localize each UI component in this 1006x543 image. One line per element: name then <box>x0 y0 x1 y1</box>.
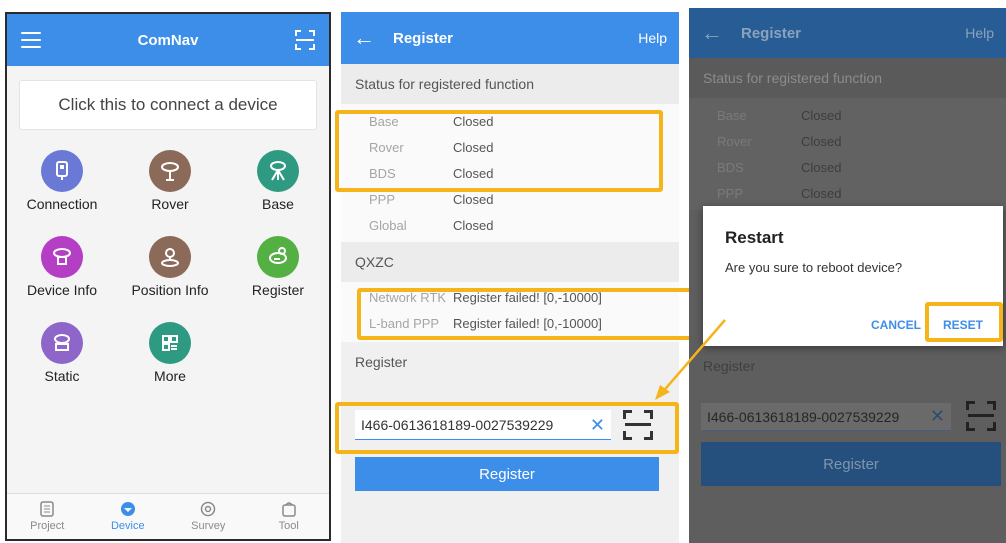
tab-label: Survey <box>191 520 226 532</box>
tile-connection[interactable]: Connection <box>7 150 117 212</box>
dialog-message: Are you sure to reboot device? <box>725 260 903 275</box>
device-icon <box>120 502 135 516</box>
tile-position-info[interactable]: Position Info <box>115 236 225 298</box>
tab-label: Tool <box>278 520 299 532</box>
tab-tool[interactable]: Tool <box>249 494 330 539</box>
screen-title: Register <box>741 24 802 42</box>
tile-static[interactable]: Static <box>7 322 117 384</box>
screenshot-root: ComNav Click this to connect a device Co… <box>0 0 1006 543</box>
tile-label: Position Info <box>131 282 209 298</box>
app-title: ComNav <box>137 31 199 49</box>
list-item: BDS Closed <box>717 159 842 175</box>
screen-title: Register <box>393 29 454 47</box>
tile-label: More <box>154 368 186 384</box>
home-app-bar: ComNav <box>7 14 329 66</box>
register-section-header: Register <box>703 358 756 374</box>
tile-label: Connection <box>26 196 98 212</box>
tile-label: Rover <box>151 196 189 212</box>
highlight-qxzc-box <box>357 288 693 340</box>
tab-device[interactable]: Device <box>88 494 169 539</box>
tile-register[interactable]: Register <box>223 236 329 298</box>
device-info-icon <box>41 236 83 278</box>
status-section-header: Status for registered function <box>341 64 679 104</box>
highlight-status-box <box>335 110 663 192</box>
highlight-reset-box <box>925 302 1003 342</box>
register-icon <box>257 236 299 278</box>
cancel-button[interactable]: CANCEL <box>871 318 921 332</box>
more-icon <box>149 322 191 364</box>
bottom-tab-bar: Project Device Survey Tool <box>7 493 329 539</box>
register-app-bar-dimmed: ← Register Help <box>689 8 1006 58</box>
tab-label: Project <box>30 520 65 532</box>
status-section-header: Status for registered function <box>689 58 1006 98</box>
position-info-icon <box>149 236 191 278</box>
tile-base[interactable]: Base <box>223 150 329 212</box>
list-item: Base Closed <box>717 107 842 123</box>
tab-label: Device <box>110 520 145 532</box>
dialog-title: Restart <box>725 228 784 247</box>
function-status-list: Base Closed Rover Closed BDS Closed PPP Clos… <box>689 98 1006 210</box>
register-app-bar: ← Register Help <box>341 12 679 64</box>
tab-project[interactable]: Project <box>7 494 88 539</box>
register-button: Register <box>701 442 1001 486</box>
qxzc-section-header: QXZC <box>341 242 679 282</box>
restart-screen: ← Register Help Status for registered fu… <box>689 8 1006 543</box>
list-item: Rover Closed <box>717 133 842 149</box>
register-section-header: Register <box>341 342 679 382</box>
project-icon <box>40 501 54 517</box>
base-icon <box>257 150 299 192</box>
help-button[interactable]: Help <box>638 30 667 46</box>
clear-icon: ✕ <box>929 406 945 426</box>
scan-icon[interactable] <box>294 30 315 50</box>
back-arrow-icon[interactable]: ← <box>353 25 393 51</box>
tab-survey[interactable]: Survey <box>168 494 249 539</box>
help-button: Help <box>965 25 994 41</box>
tile-device-info[interactable]: Device Info <box>7 236 117 298</box>
tile-rover[interactable]: Rover <box>115 150 225 212</box>
tile-label: Static <box>44 368 80 384</box>
connect-device-card[interactable]: Click this to connect a device <box>19 80 317 130</box>
list-item: Global Closed <box>369 217 494 233</box>
back-arrow-icon: ← <box>701 20 723 45</box>
tool-icon <box>282 502 296 517</box>
tile-label: Base <box>262 196 294 212</box>
rover-icon <box>149 150 191 192</box>
register-screen: ← Register Help Status for registered fu… <box>341 12 679 543</box>
menu-icon[interactable] <box>21 32 41 48</box>
static-icon <box>41 322 83 364</box>
home-screen: ComNav Click this to connect a device Co… <box>5 12 331 541</box>
survey-icon <box>201 501 216 517</box>
connection-icon <box>41 150 83 192</box>
list-item: PPP Closed <box>717 185 842 201</box>
register-button[interactable]: Register <box>355 457 659 491</box>
highlight-register-box <box>335 402 679 454</box>
register-code-value: I466-0613618189-0027539229 <box>707 408 900 425</box>
scan-code-icon <box>966 401 996 431</box>
tile-more[interactable]: More <box>115 322 225 384</box>
register-code-input: I466-0613618189-0027539229 ✕ <box>701 403 951 431</box>
tile-label: Device Info <box>26 282 98 298</box>
tile-label: Register <box>251 282 305 298</box>
